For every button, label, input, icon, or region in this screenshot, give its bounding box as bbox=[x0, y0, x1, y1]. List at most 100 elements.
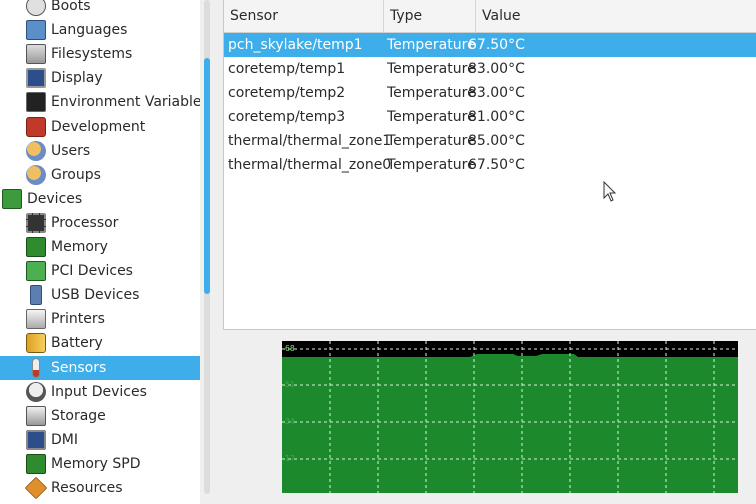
sensor-name-cell: coretemp/temp3 bbox=[228, 109, 346, 125]
sensor-value-cell: 83.00°C bbox=[468, 85, 525, 101]
sensor-type-cell: Temperature bbox=[387, 85, 476, 101]
development-icon bbox=[26, 116, 46, 137]
sidebar-item-input-devices[interactable]: Input Devices bbox=[0, 380, 200, 404]
sensor-value-cell: 83.00°C bbox=[468, 61, 525, 77]
sidebar-item-label: Memory bbox=[51, 239, 108, 255]
sidebar-item-label: Devices bbox=[27, 190, 83, 207]
sensor-name-cell: thermal/thermal_zone0 bbox=[228, 157, 392, 173]
sidebar-item-memory-spd[interactable]: Memory SPD bbox=[0, 452, 200, 476]
graph-scale-label: 34 bbox=[285, 417, 295, 426]
keyboard-icon bbox=[26, 381, 46, 402]
sidebar-item-dmi[interactable]: DMI bbox=[0, 428, 200, 452]
sensor-graph: 68 51 34 17 bbox=[282, 341, 738, 493]
sidebar-item-label: Languages bbox=[51, 22, 128, 39]
usb-icon bbox=[30, 285, 42, 306]
sensor-name-cell: coretemp/temp2 bbox=[228, 85, 346, 101]
thermometer-icon bbox=[32, 357, 40, 378]
column-header-type[interactable]: Type bbox=[384, 0, 476, 32]
sidebar-item-battery[interactable]: Battery bbox=[0, 331, 200, 355]
sensor-type-cell: Temperature bbox=[387, 157, 476, 173]
sidebar-item-label: Battery bbox=[51, 335, 103, 352]
sidebar-item-label: Development bbox=[51, 118, 146, 135]
sidebar-item-users[interactable]: Users bbox=[0, 139, 200, 163]
sensor-type-cell: Temperature bbox=[387, 61, 476, 77]
table-row[interactable]: thermal/thermal_zone0 Temperature 67.50°C bbox=[224, 153, 756, 177]
sensor-value-cell: 67.50°C bbox=[468, 37, 525, 53]
sidebar-item-label: Input Devices bbox=[51, 383, 147, 400]
terminal-icon bbox=[26, 92, 46, 113]
sensor-value-cell: 81.00°C bbox=[468, 109, 525, 125]
sensor-type-cell: Temperature bbox=[387, 37, 476, 53]
sensor-name-cell: pch_skylake/temp1 bbox=[228, 37, 363, 53]
graph-scale-label: 68 bbox=[285, 344, 295, 353]
sidebar-item-label: Environment Variables bbox=[51, 94, 200, 111]
column-header-value[interactable]: Value bbox=[476, 0, 756, 32]
sensor-value-cell: 85.00°C bbox=[468, 133, 525, 149]
sidebar-item-sensors[interactable]: Sensors bbox=[0, 355, 200, 380]
printer-icon bbox=[26, 309, 46, 330]
sidebar-item-usb-devices[interactable]: USB Devices bbox=[0, 283, 200, 307]
groups-icon bbox=[26, 164, 46, 185]
sidebar-item-processor[interactable]: Processor bbox=[0, 211, 200, 235]
sensor-table: Sensor Type Value pch_skylake/temp1 Tempe… bbox=[223, 0, 756, 330]
boot-icon bbox=[26, 0, 46, 16]
sidebar-item-pci-devices[interactable]: PCI Devices bbox=[0, 259, 200, 283]
table-row[interactable]: pch_skylake/temp1 Temperature 67.50°C bbox=[224, 33, 756, 57]
sidebar-item-label: USB Devices bbox=[51, 287, 140, 304]
sidebar-item-languages[interactable]: Languages bbox=[0, 18, 200, 42]
sensor-name-cell: coretemp/temp1 bbox=[228, 61, 346, 77]
battery-icon bbox=[26, 333, 46, 354]
users-icon bbox=[26, 140, 46, 161]
sidebar-item-label: Resources bbox=[51, 480, 123, 496]
table-row[interactable]: coretemp/temp1 Temperature 83.00°C bbox=[224, 57, 756, 81]
scrollbar-thumb[interactable] bbox=[204, 58, 210, 294]
sidebar-item-label: Filesystems bbox=[51, 46, 133, 63]
dmi-icon bbox=[26, 429, 46, 450]
table-row[interactable]: coretemp/temp3 Temperature 81.00°C bbox=[224, 105, 756, 129]
column-header-sensor[interactable]: Sensor bbox=[224, 0, 384, 32]
sidebar-item-devices[interactable]: Devices bbox=[0, 187, 199, 211]
sidebar-item-label: Storage bbox=[51, 407, 106, 424]
storage-icon bbox=[26, 405, 46, 426]
sidebar-item-label: Display bbox=[51, 70, 103, 87]
sidebar-item-boots[interactable]: Boots bbox=[0, 0, 200, 18]
sensor-value-cell: 67.50°C bbox=[468, 157, 525, 173]
sidebar-item-label: Sensors bbox=[51, 359, 107, 376]
sidebar-item-label: Groups bbox=[51, 166, 101, 183]
sidebar-item-printers[interactable]: Printers bbox=[0, 307, 200, 331]
sidebar-item-label: DMI bbox=[51, 431, 78, 448]
sidebar-item-label: PCI Devices bbox=[51, 263, 133, 280]
mouse-cursor-icon bbox=[603, 181, 617, 202]
sidebar-item-display[interactable]: Display bbox=[0, 66, 200, 90]
memory-icon bbox=[26, 237, 46, 257]
table-row[interactable]: thermal/thermal_zone1 Temperature 85.00°C bbox=[224, 129, 756, 153]
languages-icon bbox=[26, 20, 46, 41]
table-header: Sensor Type Value bbox=[224, 0, 756, 33]
graph-scale-label: 17 bbox=[285, 454, 295, 463]
table-row[interactable]: coretemp/temp2 Temperature 83.00°C bbox=[224, 81, 756, 105]
filesystem-icon bbox=[26, 44, 46, 65]
sidebar-item-label: Users bbox=[51, 142, 91, 159]
graph-canvas: 68 51 34 17 bbox=[282, 341, 738, 493]
sensor-name-cell: thermal/thermal_zone1 bbox=[228, 133, 392, 149]
sensor-type-cell: Temperature bbox=[387, 109, 476, 125]
sidebar-item-label: Processor bbox=[51, 214, 119, 231]
sensor-type-cell: Temperature bbox=[387, 133, 476, 149]
sidebar-item-label: Boots bbox=[51, 0, 91, 14]
sidebar-item-label: Printers bbox=[51, 311, 105, 328]
sidebar-item-filesystems[interactable]: Filesystems bbox=[0, 42, 200, 66]
memory-spd-icon bbox=[26, 453, 46, 474]
sidebar-item-development[interactable]: Development bbox=[0, 115, 200, 139]
monitor-icon bbox=[26, 68, 46, 89]
pci-icon bbox=[26, 261, 46, 282]
sidebar-item-storage[interactable]: Storage bbox=[0, 404, 200, 428]
resources-icon bbox=[24, 476, 48, 500]
sidebar-item-resources[interactable]: Resources bbox=[0, 476, 200, 500]
sidebar-item-memory[interactable]: Memory bbox=[0, 235, 200, 259]
sidebar-scrollbar[interactable] bbox=[202, 0, 212, 504]
sidebar-item-environment-variables[interactable]: Environment Variables bbox=[0, 90, 200, 114]
sidebar-tree: Boots Languages Filesystems Display Environm… bbox=[0, 0, 200, 504]
processor-icon bbox=[26, 212, 46, 233]
devices-icon bbox=[2, 188, 22, 209]
sidebar-item-groups[interactable]: Groups bbox=[0, 163, 200, 187]
